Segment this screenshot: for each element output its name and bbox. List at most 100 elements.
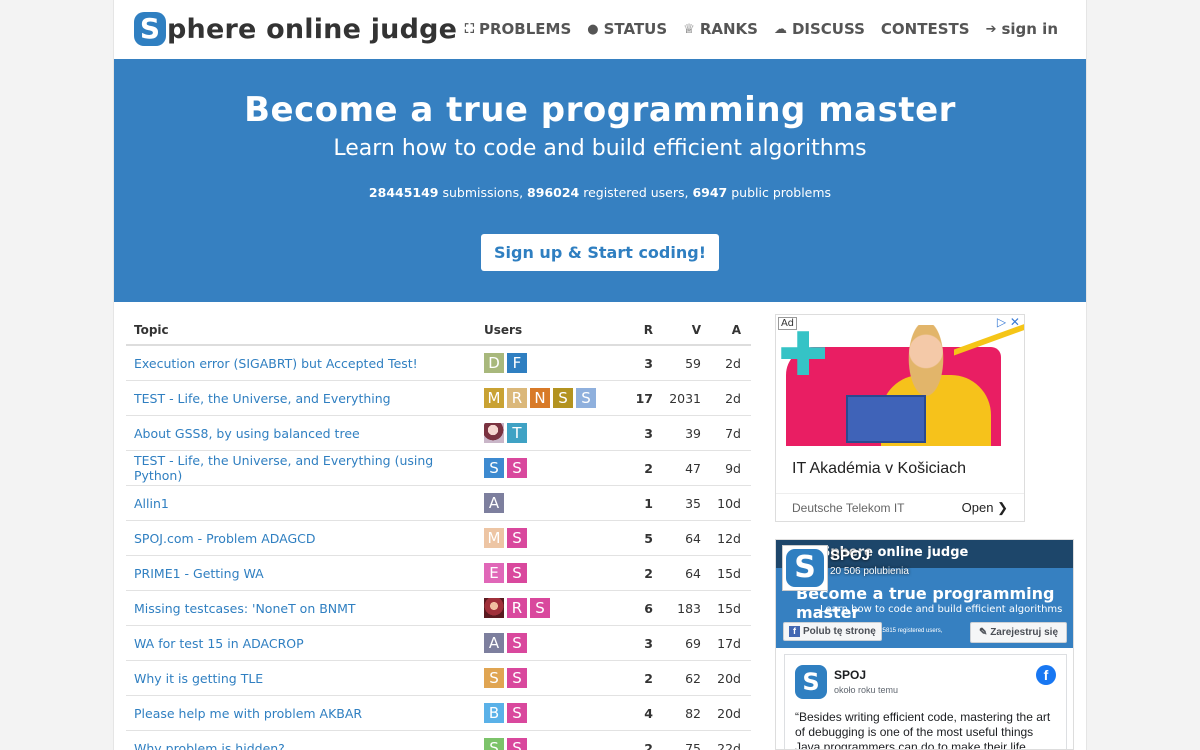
nav-ranks[interactable]: ♕ RANKS [683,20,758,38]
fb-like-label: Polub tę stronę [803,626,876,637]
user-avatar[interactable]: A [484,633,504,653]
ad-open-button[interactable]: Open ❯ [962,500,1008,516]
ad-image[interactable]: ✚ Ad ▷ ✕ [776,315,1024,446]
sign-in-icon: ➔ [985,21,997,37]
table-row: TEST - Life, the Universe, and Everythin… [126,381,751,416]
fb-post-text: “Besides writing efficient code, masteri… [795,710,1051,750]
user-avatar[interactable]: S [507,563,527,583]
age: 20d [717,705,741,721]
fb-page-logo[interactable]: S [782,545,828,591]
fb-likes-count: 20 506 polubienia [830,566,909,577]
nav-sign-in[interactable]: ➔ sign in [986,20,1058,38]
user-avatar[interactable]: S [507,703,527,723]
nav-problems[interactable]: ⛶ PROBLEMS [465,20,571,38]
user-avatar[interactable]: S [576,388,596,408]
views-count: 62 [685,670,701,686]
user-avatar[interactable]: E [484,563,504,583]
nav-label: PROBLEMS [479,20,572,38]
table-row: SPOJ.com - Problem ADAGCD M S 5 64 12d [126,521,751,556]
age: 2d [725,355,741,371]
replies-count: 3 [644,635,653,651]
problems-count: 6947 [692,185,728,200]
topic-cell: TEST - Life, the Universe, and Everythin… [126,453,484,483]
user-avatar[interactable]: A [484,493,504,513]
topic-cell: Missing testcases: 'NoneT on BNMT [126,601,484,616]
user-avatar[interactable]: S [507,633,527,653]
users-cell: ES [484,563,619,583]
fb-page-name[interactable]: SPOJ [830,547,870,564]
user-avatar[interactable]: T [507,423,527,443]
topic-link[interactable]: WA for test 15 in ADACROP [134,636,304,651]
topic-link[interactable]: About GSS8, by using balanced tree [134,426,360,441]
user-avatar[interactable] [484,423,504,443]
fb-cover-subtitle: Learn how to code and build efficient al… [820,604,1063,615]
users-cell: BS [484,703,619,723]
user-avatar[interactable]: S [507,458,527,478]
ad-title[interactable]: IT Akadémia v Košiciach [776,446,1024,493]
fb-signup-label: Zarejestruj się [990,627,1058,638]
topic-link[interactable]: TEST - Life, the Universe, and Everythin… [134,391,391,406]
topic-link[interactable]: TEST - Life, the Universe, and Everythin… [134,453,433,483]
views-count: 82 [685,705,701,721]
nav-discuss[interactable]: ☁ DISCUSS [774,20,865,38]
ad-banner[interactable]: ✚ Ad ▷ ✕ IT Akadémia v Košiciach Deutsch… [775,314,1025,522]
users-count: 896024 [527,185,580,200]
pencil-icon: ✎ [979,627,988,638]
user-avatar[interactable]: F [507,353,527,373]
topic-link[interactable]: Why it is getting TLE [134,671,263,686]
replies-count: 5 [644,530,653,546]
ad-close-icon[interactable]: ▷ ✕ [997,315,1020,329]
topic-cell: Please help me with problem AKBAR [126,706,484,721]
user-avatar[interactable]: D [484,353,504,373]
fb-cover[interactable]: Sphere online judge Become a true progra… [776,540,1073,648]
nav-contests[interactable]: CONTESTS [881,20,970,38]
user-avatar[interactable]: S [530,598,550,618]
user-avatar[interactable]: S [484,668,504,688]
replies-count: 2 [644,670,653,686]
table-row: Why it is getting TLE S S 2 62 20d [126,661,751,696]
user-avatar[interactable]: S [484,458,504,478]
signup-button[interactable]: Sign up & Start coding! [481,234,719,271]
topic-link[interactable]: SPOJ.com - Problem ADAGCD [134,531,316,546]
fb-post-author[interactable]: SPOJ [834,668,866,682]
user-avatar[interactable]: R [507,388,527,408]
nav-label: STATUS [603,20,668,38]
nav-status[interactable]: ● STATUS [587,20,667,38]
age: 12d [717,530,741,546]
site-logo[interactable]: S phere online judge [134,12,457,46]
age: 10d [717,495,741,511]
user-avatar[interactable]: S [507,668,527,688]
facebook-page-widget: Sphere online judge Become a true progra… [775,539,1074,750]
topic-link[interactable]: Execution error (SIGABRT) but Accepted T… [134,356,418,371]
user-avatar[interactable]: M [484,388,504,408]
nav-label: DISCUSS [791,20,865,38]
facebook-logo-icon[interactable]: f [1036,665,1056,685]
user-avatar[interactable]: M [484,528,504,548]
user-avatar[interactable]: B [484,703,504,723]
fb-like-button[interactable]: f Polub tę stronę [783,622,882,641]
fb-post-time[interactable]: około roku temu [834,685,898,695]
topic-link[interactable]: PRIME1 - Getting WA [134,566,264,581]
replies-count: 4 [644,705,653,721]
user-avatar[interactable]: S [507,738,527,750]
user-avatar[interactable]: S [507,528,527,548]
user-avatar[interactable]: N [530,388,550,408]
topic-link[interactable]: Allin1 [134,496,169,511]
topic-link[interactable]: Why problem is hidden? [134,741,285,750]
topic-cell: Why it is getting TLE [126,671,484,686]
fb-signup-button[interactable]: ✎ Zarejestruj się [970,622,1067,643]
users-cell: MRNSS [484,388,619,408]
nav-label: CONTESTS [880,20,970,38]
replies-count: 17 [635,390,653,406]
user-avatar[interactable]: S [484,738,504,750]
header-users: Users [484,322,523,337]
user-avatar[interactable] [484,598,504,618]
topic-link[interactable]: Missing testcases: 'NoneT on BNMT [134,601,356,616]
fb-post-avatar[interactable]: S [795,665,827,699]
user-avatar[interactable]: R [507,598,527,618]
replies-count: 1 [644,495,653,511]
topic-link[interactable]: Please help me with problem AKBAR [134,706,362,721]
user-avatar[interactable]: S [553,388,573,408]
ad-plus-shape: ✚ [778,320,829,390]
replies-count: 2 [644,460,653,476]
